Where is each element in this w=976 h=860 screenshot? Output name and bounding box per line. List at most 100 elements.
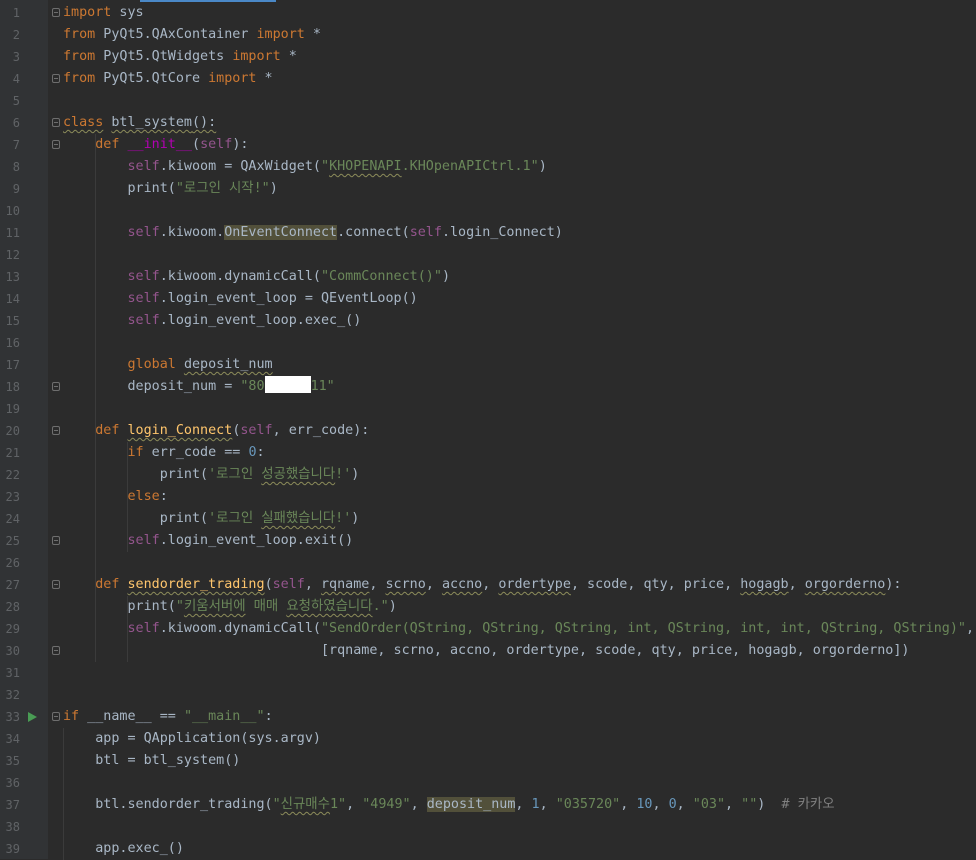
- code-line[interactable]: 17 global deposit_num: [0, 354, 976, 376]
- code-token: from: [63, 49, 96, 64]
- code-line[interactable]: 23 else:: [0, 486, 976, 508]
- fold-icon[interactable]: [52, 646, 60, 655]
- code-token: self: [127, 313, 160, 328]
- code-line[interactable]: 2 from PyQt5.QAxContainer import *: [0, 24, 976, 46]
- code-line[interactable]: 29 self.kiwoom.dynamicCall("SendOrder(QS…: [0, 618, 976, 640]
- code-line[interactable]: 12: [0, 244, 976, 266]
- code-line[interactable]: 37 btl.sendorder_trading("신규매수1", "4949"…: [0, 794, 976, 816]
- code-line[interactable]: 26: [0, 552, 976, 574]
- code-token: .login_event_loop.exit(): [159, 533, 354, 548]
- code-line[interactable]: 10: [0, 200, 976, 222]
- run-icon[interactable]: [28, 712, 37, 722]
- code-line[interactable]: 30 [rqname, scrno, accno, ordertype, sco…: [0, 640, 976, 662]
- code-text: if __name__ == "__main__":: [63, 706, 273, 728]
- code-text: print('로그인 실패했습니다!'): [63, 508, 360, 530]
- code-line[interactable]: 36: [0, 772, 976, 794]
- code-token: ": [272, 797, 281, 812]
- code-line[interactable]: 33 if __name__ == "__main__":: [0, 706, 976, 728]
- code-line[interactable]: 13 self.kiwoom.dynamicCall("CommConnect(…: [0, 266, 976, 288]
- line-number: 5: [12, 94, 20, 108]
- code-token: ,: [369, 577, 386, 592]
- line-number: 8: [12, 160, 20, 174]
- code-line[interactable]: 21 if err_code == 0:: [0, 442, 976, 464]
- line-number: 15: [5, 314, 20, 328]
- fold-icon[interactable]: [52, 140, 60, 149]
- code-token: btl = btl_system(): [63, 753, 241, 768]
- code-line[interactable]: 4 from PyQt5.QtCore import *: [0, 68, 976, 90]
- code-line[interactable]: 18 deposit_num = "80 11": [0, 376, 976, 398]
- code-token: 실패했습니다: [261, 511, 336, 526]
- fold-icon[interactable]: [52, 118, 60, 127]
- code-token: ): [388, 599, 397, 614]
- code-token: print(: [63, 467, 209, 482]
- code-line[interactable]: 9 print("로그인 시작!"): [0, 178, 976, 200]
- code-token: 1": [329, 797, 347, 812]
- code-line[interactable]: 34 app = QApplication(sys.argv): [0, 728, 976, 750]
- code-line[interactable]: 8 self.kiwoom = QAxWidget("KHOPENAPI.KHO…: [0, 156, 976, 178]
- code-line[interactable]: 28 print("키움서버에 매매 요청하였습니다."): [0, 596, 976, 618]
- code-token: print(: [63, 511, 209, 526]
- code-editor[interactable]: 1 import sys 2 from PyQt5.QAxContainer impo…: [0, 0, 976, 860]
- code-line[interactable]: 11 self.kiwoom.OnEventConnect.connect(se…: [0, 222, 976, 244]
- code-line[interactable]: 16: [0, 332, 976, 354]
- code-line[interactable]: 20 def login_Connect(self, err_code):: [0, 420, 976, 442]
- fold-icon[interactable]: [52, 426, 60, 435]
- code-token: from: [63, 27, 96, 42]
- line-number: 29: [5, 622, 20, 636]
- code-token: ): [757, 797, 782, 812]
- code-line[interactable]: 32: [0, 684, 976, 706]
- code-token: import: [63, 5, 112, 20]
- code-line[interactable]: 27 def sendorder_trading(self, rqname, s…: [0, 574, 976, 596]
- fold-icon[interactable]: [52, 712, 60, 721]
- code-token: 10: [636, 797, 653, 812]
- code-line[interactable]: 24 print('로그인 실패했습니다!'): [0, 508, 976, 530]
- code-token: rqname: [321, 577, 370, 592]
- code-token: 키움서버에: [183, 599, 246, 614]
- code-token: ,: [482, 577, 499, 592]
- code-line[interactable]: 3 from PyQt5.QtWidgets import *: [0, 46, 976, 68]
- code-token: accno: [441, 577, 483, 592]
- code-token: .connect(: [337, 225, 410, 240]
- fold-icon[interactable]: [52, 8, 60, 17]
- code-line[interactable]: 19: [0, 398, 976, 420]
- code-token: ,: [410, 797, 427, 812]
- code-token: class: [63, 115, 104, 130]
- code-token: from: [63, 71, 96, 86]
- code-line[interactable]: 6 class btl_system():: [0, 112, 976, 134]
- line-number: 22: [5, 468, 20, 482]
- code-line[interactable]: 22 print('로그인 성공했습니다!'): [0, 464, 976, 486]
- code-token: 11": [310, 379, 335, 394]
- code-token: "035720": [555, 797, 621, 812]
- code-line[interactable]: 38: [0, 816, 976, 838]
- code-text: class btl_system():: [63, 112, 216, 134]
- code-line[interactable]: 1 import sys: [0, 2, 976, 24]
- code-token: # 카카오: [781, 797, 835, 812]
- code-line[interactable]: 25 self.login_event_loop.exit(): [0, 530, 976, 552]
- line-number: 14: [5, 292, 20, 306]
- fold-icon[interactable]: [52, 536, 60, 545]
- code-text: btl.sendorder_trading("신규매수1", "4949", d…: [63, 794, 835, 816]
- indent-guide: [63, 728, 64, 860]
- fold-icon[interactable]: [52, 74, 60, 83]
- code-token: 요청하였습니다: [286, 599, 373, 614]
- code-token: '로그인: [208, 467, 262, 482]
- code-line[interactable]: 35 btl = btl_system(): [0, 750, 976, 772]
- code-line[interactable]: 31: [0, 662, 976, 684]
- code-text: from PyQt5.QtWidgets import *: [63, 46, 297, 68]
- line-number: 18: [5, 380, 20, 394]
- code-token: self: [200, 137, 233, 152]
- code-text: from PyQt5.QAxContainer import *: [63, 24, 321, 46]
- code-line[interactable]: 5: [0, 90, 976, 112]
- fold-icon[interactable]: [52, 382, 60, 391]
- line-number: 9: [12, 182, 20, 196]
- code-line[interactable]: 39 app.exec_(): [0, 838, 976, 860]
- line-number: 4: [12, 72, 20, 86]
- code-token: ,: [346, 797, 363, 812]
- code-token: err_code ==: [143, 445, 249, 460]
- code-line[interactable]: 14 self.login_event_loop = QEventLoop(): [0, 288, 976, 310]
- code-line[interactable]: 15 self.login_event_loop.exec_(): [0, 310, 976, 332]
- code-line[interactable]: 7 def __init__(self):: [0, 134, 976, 156]
- fold-icon[interactable]: [52, 580, 60, 589]
